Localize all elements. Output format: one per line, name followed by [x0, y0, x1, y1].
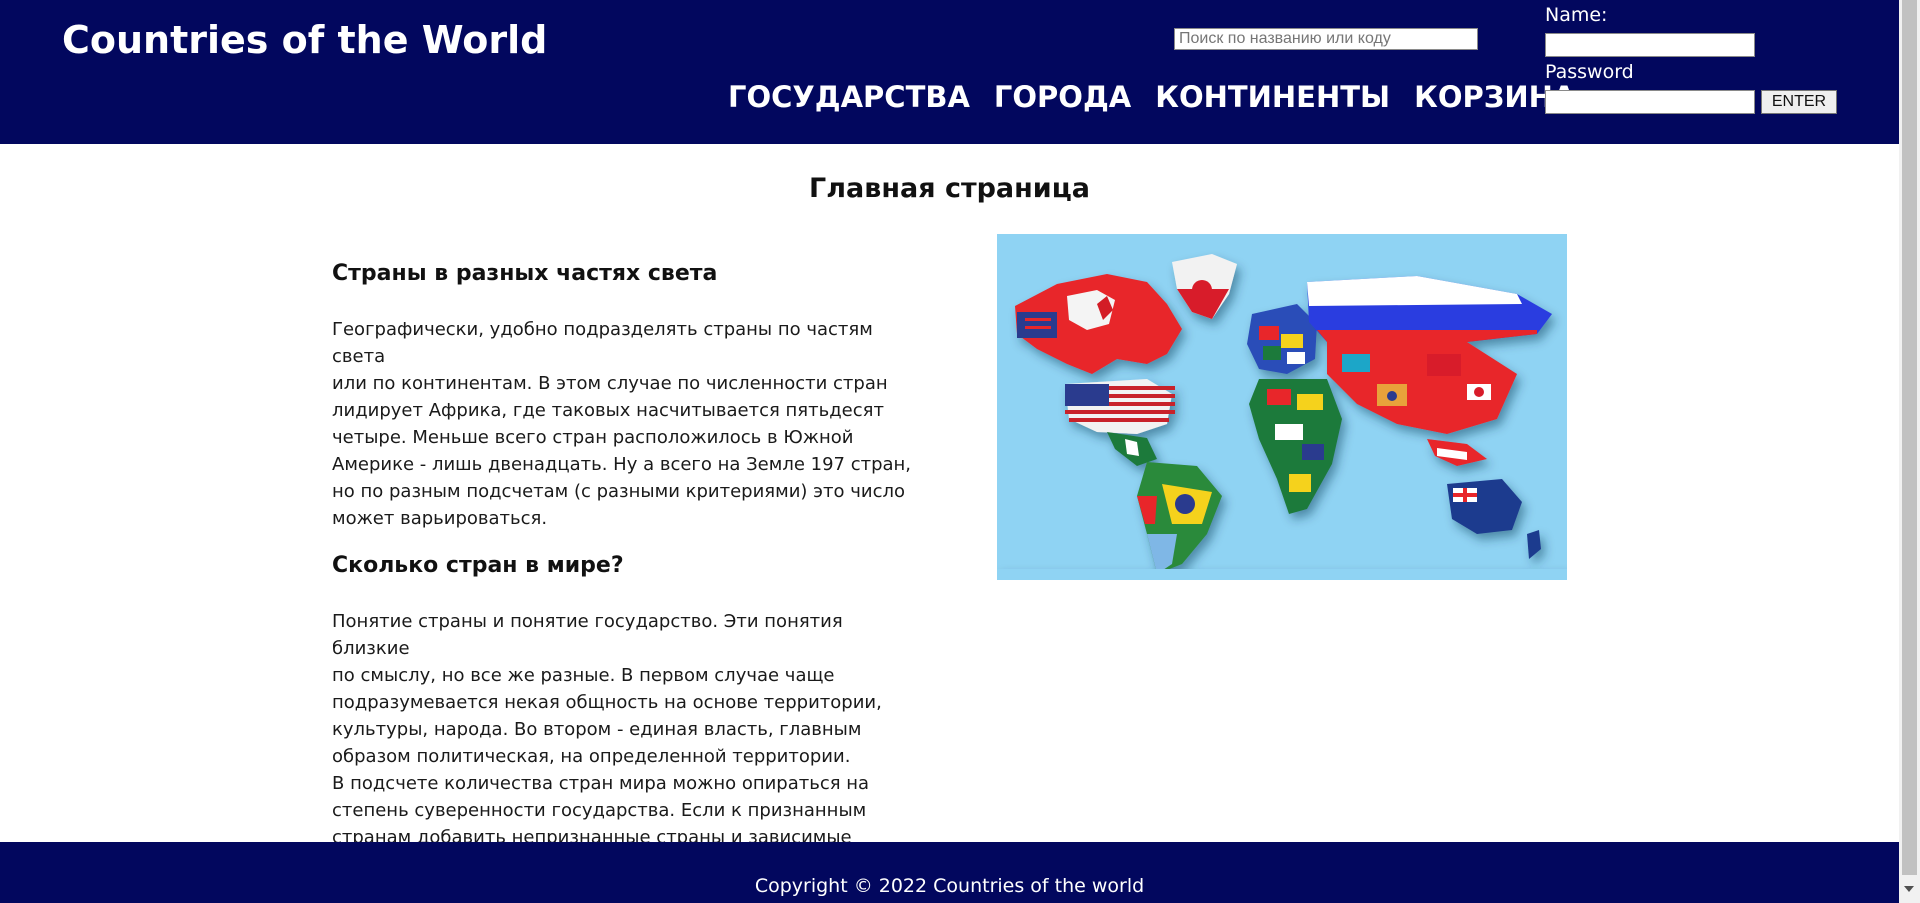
section-title-how-many-countries: Сколько стран в мире?: [332, 553, 624, 578]
site-footer: Copyright © 2022 Countries of the world: [0, 842, 1899, 903]
password-label: Password: [1545, 61, 1634, 83]
enter-button[interactable]: ENTER: [1761, 90, 1837, 114]
site-title[interactable]: Countries of the World: [62, 18, 547, 62]
world-map-icon: [997, 254, 1567, 580]
scrollbar-thumb[interactable]: [1902, 0, 1917, 875]
name-field[interactable]: [1545, 33, 1755, 57]
password-field[interactable]: [1545, 90, 1755, 114]
page-title: Главная страница: [809, 173, 1090, 204]
page: Countries of the World ГОСУДАРСТВА ГОРОД…: [0, 0, 1899, 903]
world-flag-map-image: [997, 234, 1567, 580]
nav-item-cities[interactable]: ГОРОДА: [994, 80, 1131, 114]
section-paragraph-how-many-countries: Понятие страны и понятие государство. Эт…: [332, 611, 882, 875]
search-input[interactable]: [1174, 28, 1478, 50]
nav-item-continents[interactable]: КОНТИНЕНТЫ: [1155, 80, 1390, 114]
nav-item-states[interactable]: ГОСУДАРСТВА: [728, 80, 970, 114]
name-label: Name:: [1545, 4, 1608, 26]
copyright-text: Copyright © 2022 Countries of the world: [754, 875, 1145, 897]
content-column: Страны в разных частях света Географичес…: [332, 256, 912, 878]
vertical-scrollbar[interactable]: [1899, 0, 1920, 903]
section-paragraph-parts-of-world: Географически, удобно подразделять стран…: [332, 319, 912, 529]
site-header: Countries of the World ГОСУДАРСТВА ГОРОД…: [0, 0, 1899, 144]
section-title-parts-of-world: Страны в разных частях света: [332, 261, 718, 286]
main-nav: ГОСУДАРСТВА ГОРОДА КОНТИНЕНТЫ КОРЗИНА: [728, 80, 1575, 114]
scroll-down-arrow-icon[interactable]: [1904, 886, 1914, 892]
